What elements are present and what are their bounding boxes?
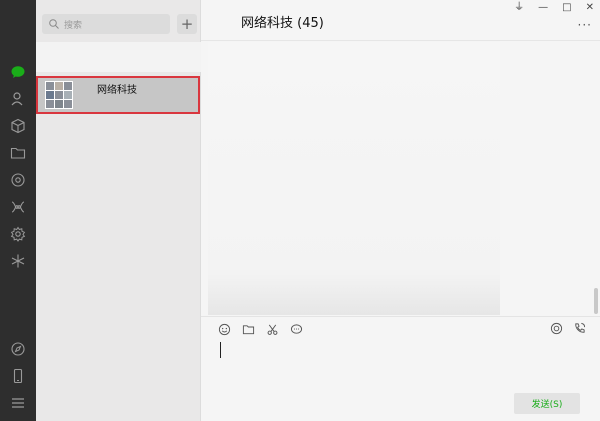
wechat-window: 搜索 + 网络科技 网络科技 (45) ⏚ — □ ✕ ··· 发送(S) — [0, 0, 600, 421]
close-button[interactable]: ✕ — [586, 3, 594, 13]
message-scrollbar[interactable] — [594, 288, 598, 314]
mini-program-icon[interactable] — [9, 198, 27, 216]
chat-icon[interactable] — [9, 63, 27, 81]
send-button[interactable]: 发送(S) — [514, 393, 580, 414]
chat-history-icon[interactable] — [289, 322, 303, 336]
header-divider — [201, 40, 600, 41]
search-bar: 搜索 + — [42, 14, 204, 36]
chat-list-panel: 搜索 + 网络科技 — [36, 0, 201, 421]
text-input-caret[interactable] — [220, 342, 221, 358]
sparkle-icon[interactable] — [9, 252, 27, 270]
emoji-icon[interactable] — [217, 322, 231, 336]
chat-item-name: 网络科技 — [97, 84, 137, 96]
window-controls: ⏚ — □ ✕ — [514, 3, 594, 13]
search-input[interactable]: 搜索 — [42, 14, 170, 34]
chat-title: 网络科技 (45) — [241, 16, 324, 31]
screenshot-icon[interactable] — [265, 322, 279, 336]
maximize-button[interactable]: □ — [562, 3, 571, 13]
menu-icon[interactable] — [9, 394, 27, 412]
settings-gear-icon[interactable] — [9, 225, 27, 243]
search-placeholder: 搜索 — [64, 20, 83, 31]
folder-icon[interactable] — [9, 144, 27, 162]
message-area[interactable] — [208, 42, 500, 315]
input-toolbar-right — [550, 322, 586, 335]
minimize-button[interactable]: — — [538, 3, 548, 13]
input-toolbar — [217, 322, 303, 336]
chat-main: 网络科技 (45) ⏚ — □ ✕ ··· 发送(S) — [201, 0, 600, 421]
contacts-icon[interactable] — [9, 90, 27, 108]
moments-icon[interactable] — [9, 171, 27, 189]
pin-button[interactable]: ⏚ — [514, 3, 524, 13]
group-avatar — [45, 81, 73, 109]
sidebar-rail — [0, 0, 36, 421]
phone-icon[interactable] — [9, 367, 27, 385]
box-icon[interactable] — [9, 117, 27, 135]
more-options-button[interactable]: ··· — [578, 18, 592, 32]
file-icon[interactable] — [241, 322, 255, 336]
add-button[interactable]: + — [177, 14, 197, 34]
list-spacer — [36, 42, 201, 72]
search-icon — [49, 19, 59, 29]
chat-list-item[interactable]: 网络科技 — [36, 76, 200, 114]
input-divider — [201, 316, 600, 317]
live-icon[interactable] — [550, 322, 563, 335]
compass-icon[interactable] — [9, 340, 27, 358]
voice-call-icon[interactable] — [573, 322, 586, 335]
